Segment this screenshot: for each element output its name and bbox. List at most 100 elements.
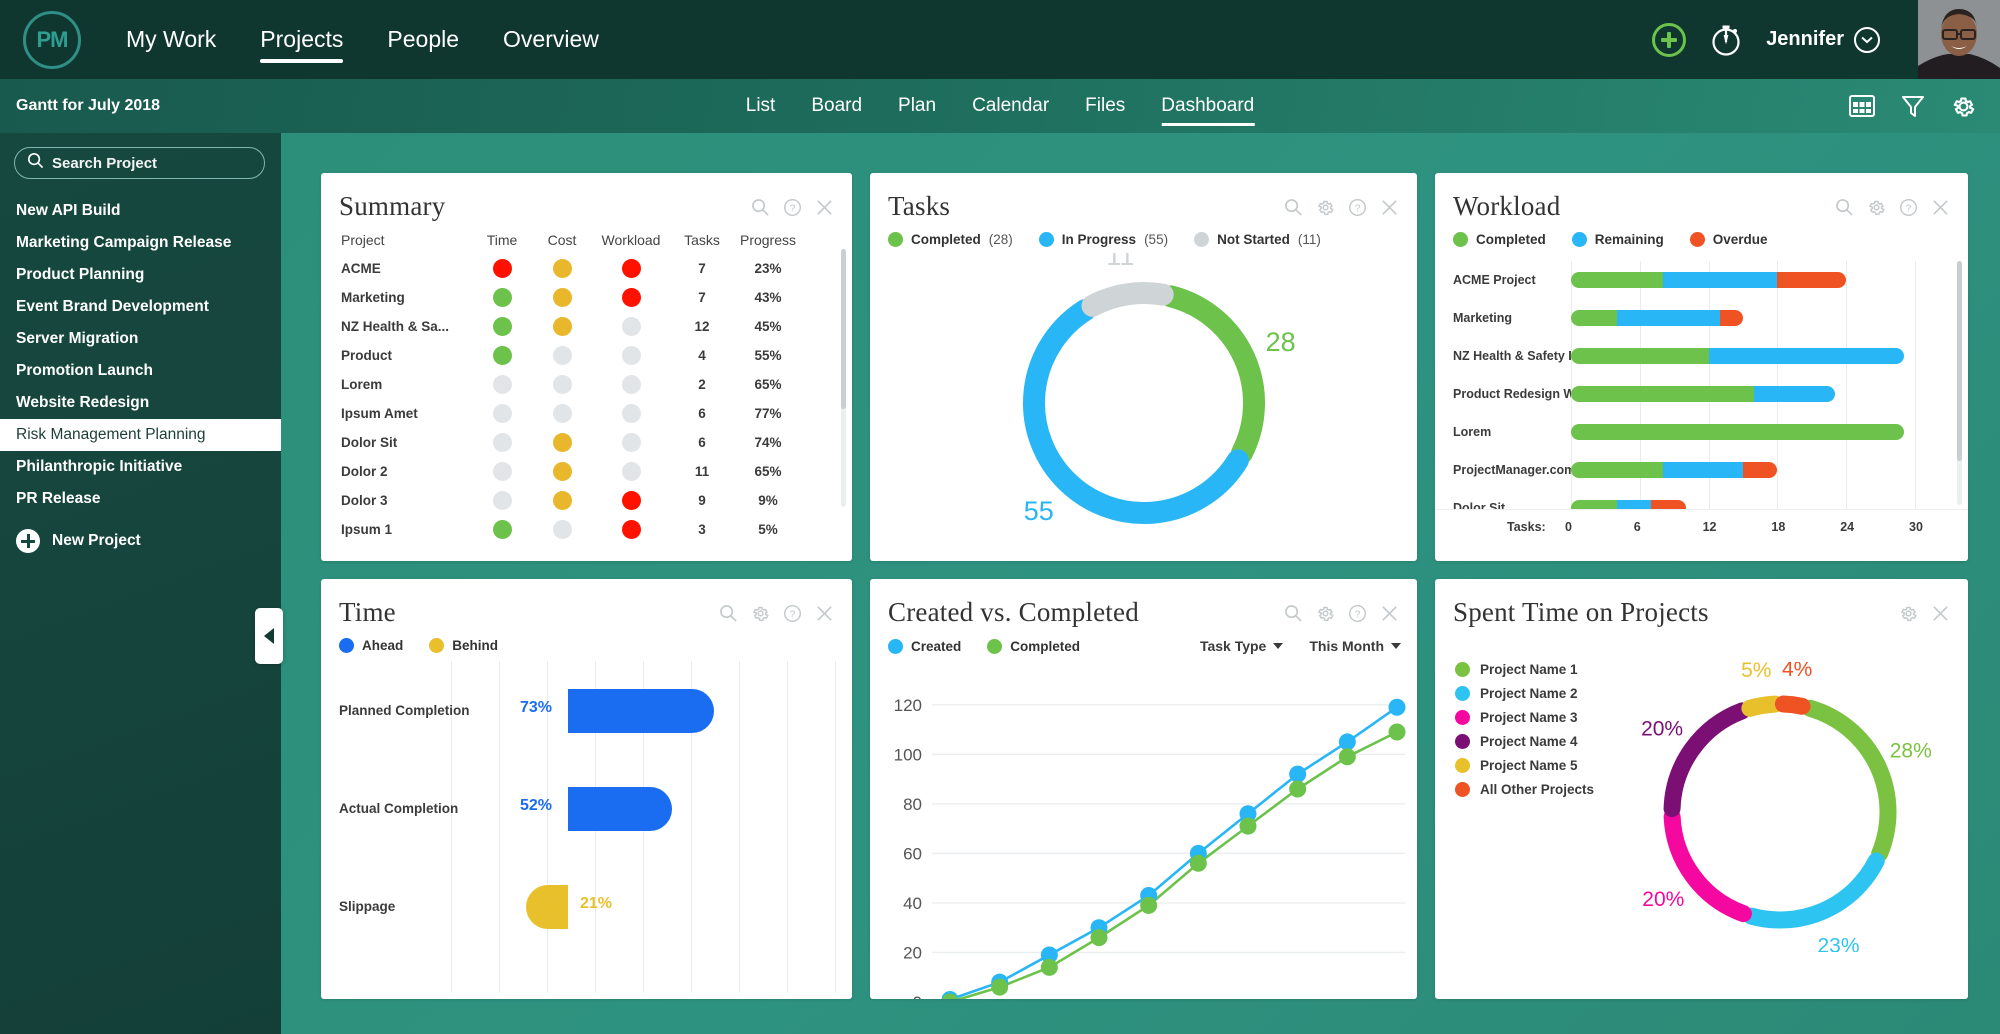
gear-icon[interactable]	[751, 604, 770, 623]
line-data-point[interactable]	[1339, 733, 1356, 750]
nav-item-projects[interactable]: Projects	[238, 0, 365, 79]
workload-scrollbar[interactable]	[1957, 261, 1962, 505]
scrollbar-thumb[interactable]	[841, 249, 846, 409]
close-icon[interactable]	[1380, 604, 1399, 623]
search-icon[interactable]	[1835, 198, 1854, 217]
sidebar-item-event-brand-development[interactable]: Event Brand Development	[0, 291, 281, 323]
time-row[interactable]: Slippage21%	[321, 859, 852, 957]
workload-stacked-bar[interactable]	[1571, 348, 1904, 364]
legend-item[interactable]: Project Name 3	[1455, 710, 1594, 725]
sidebar-item-server-migration[interactable]: Server Migration	[0, 323, 281, 355]
table-row[interactable]: Dolor 399%	[341, 486, 832, 515]
help-icon[interactable]: ?	[1348, 198, 1367, 217]
workload-row[interactable]: Product Redesign We...	[1435, 375, 1968, 413]
time-row[interactable]: Actual Completion52%	[321, 761, 852, 859]
legend-item[interactable]: Project Name 4	[1455, 734, 1594, 749]
tab-calendar[interactable]: Calendar	[954, 79, 1067, 133]
time-bar[interactable]	[568, 787, 672, 831]
table-row[interactable]: Ipsum Amet677%	[341, 399, 832, 428]
sidebar-item-product-planning[interactable]: Product Planning	[0, 259, 281, 291]
nav-item-overview[interactable]: Overview	[481, 0, 621, 79]
time-bar[interactable]	[526, 885, 568, 929]
help-icon[interactable]: ?	[783, 198, 802, 217]
filter-icon[interactable]	[1901, 94, 1925, 118]
app-logo[interactable]: PM	[0, 11, 104, 69]
donut-segment[interactable]	[1034, 310, 1238, 513]
legend-item[interactable]: Project Name 2	[1455, 686, 1594, 701]
sidebar-item-philanthropic-initiative[interactable]: Philanthropic Initiative	[0, 451, 281, 483]
tab-plan[interactable]: Plan	[880, 79, 954, 133]
line-data-point[interactable]	[1091, 929, 1108, 946]
table-row[interactable]: Lorem265%	[341, 370, 832, 399]
close-icon[interactable]	[815, 198, 834, 217]
workload-stacked-bar[interactable]	[1571, 386, 1835, 402]
workload-row[interactable]: ProjectManager.com ...	[1435, 451, 1968, 489]
tab-dashboard[interactable]: Dashboard	[1143, 79, 1272, 133]
workload-stacked-bar[interactable]	[1571, 310, 1743, 326]
add-new-button[interactable]	[1652, 23, 1686, 57]
summary-scrollbar[interactable]	[841, 249, 846, 507]
time-row[interactable]: Planned Completion73%	[321, 663, 852, 761]
nav-item-people[interactable]: People	[365, 0, 481, 79]
search-input[interactable]	[52, 155, 252, 172]
time-bar[interactable]	[568, 689, 714, 733]
close-icon[interactable]	[1380, 198, 1399, 217]
tab-board[interactable]: Board	[793, 79, 880, 133]
line-data-point[interactable]	[1190, 855, 1207, 872]
help-icon[interactable]: ?	[1348, 604, 1367, 623]
workload-row[interactable]: ACME Project	[1435, 261, 1968, 299]
legend-item[interactable]: Project Name 5	[1455, 758, 1594, 773]
gear-icon[interactable]	[1316, 604, 1335, 623]
period-dropdown[interactable]: This Month	[1309, 638, 1401, 654]
legend-item[interactable]: All Other Projects	[1455, 782, 1594, 797]
grid-icon[interactable]	[1849, 95, 1875, 117]
workload-row[interactable]: Marketing	[1435, 299, 1968, 337]
user-menu[interactable]: Jennifer	[1766, 27, 1880, 53]
table-row[interactable]: Dolor 21165%	[341, 457, 832, 486]
new-project-button[interactable]: New Project	[0, 529, 281, 553]
search-icon[interactable]	[719, 604, 738, 623]
close-icon[interactable]	[815, 604, 834, 623]
line-data-point[interactable]	[1289, 766, 1306, 783]
table-row[interactable]: Product455%	[341, 341, 832, 370]
workload-row[interactable]: NZ Health & Safety De...	[1435, 337, 1968, 375]
donut-segment[interactable]	[1751, 861, 1876, 920]
search-icon[interactable]	[1284, 198, 1303, 217]
table-row[interactable]: NZ Health & Sa...1245%	[341, 312, 832, 341]
scrollbar-thumb[interactable]	[1957, 261, 1962, 461]
workload-stacked-bar[interactable]	[1571, 272, 1846, 288]
search-icon[interactable]	[1284, 604, 1303, 623]
table-row[interactable]: Dolor Sit674%	[341, 428, 832, 457]
table-row[interactable]: ACME723%	[341, 254, 832, 283]
sidebar-item-risk-management-planning[interactable]: Risk Management Planning	[0, 419, 281, 451]
avatar[interactable]	[1918, 0, 2000, 79]
line-data-point[interactable]	[1140, 897, 1157, 914]
search-project-box[interactable]	[14, 147, 265, 179]
sidebar-item-new-api-build[interactable]: New API Build	[0, 195, 281, 227]
donut-segment[interactable]	[1783, 704, 1802, 706]
line-data-point[interactable]	[1240, 818, 1257, 835]
gear-icon[interactable]	[1316, 198, 1335, 217]
sidebar-item-promotion-launch[interactable]: Promotion Launch	[0, 355, 281, 387]
tab-list[interactable]: List	[728, 79, 794, 133]
workload-row[interactable]: Lorem	[1435, 413, 1968, 451]
close-icon[interactable]	[1931, 198, 1950, 217]
help-icon[interactable]: ?	[1899, 198, 1918, 217]
workload-stacked-bar[interactable]	[1571, 500, 1686, 509]
nav-item-my-work[interactable]: My Work	[104, 0, 238, 79]
donut-segment[interactable]	[1170, 296, 1253, 453]
search-icon[interactable]	[751, 198, 770, 217]
legend-item[interactable]: Project Name 1	[1455, 662, 1594, 677]
line-data-point[interactable]	[1041, 959, 1058, 976]
sidebar-item-pr-release[interactable]: PR Release	[0, 483, 281, 515]
line-data-point[interactable]	[991, 979, 1008, 996]
line-data-point[interactable]	[1389, 699, 1406, 716]
sidebar-item-website-redesign[interactable]: Website Redesign	[0, 387, 281, 419]
line-data-point[interactable]	[1339, 748, 1356, 765]
sidebar-item-marketing-campaign-release[interactable]: Marketing Campaign Release	[0, 227, 281, 259]
timer-icon[interactable]	[1708, 22, 1744, 58]
workload-stacked-bar[interactable]	[1571, 462, 1777, 478]
gear-icon[interactable]	[1867, 198, 1886, 217]
line-data-point[interactable]	[1289, 780, 1306, 797]
sidebar-collapse-handle[interactable]	[255, 608, 283, 664]
